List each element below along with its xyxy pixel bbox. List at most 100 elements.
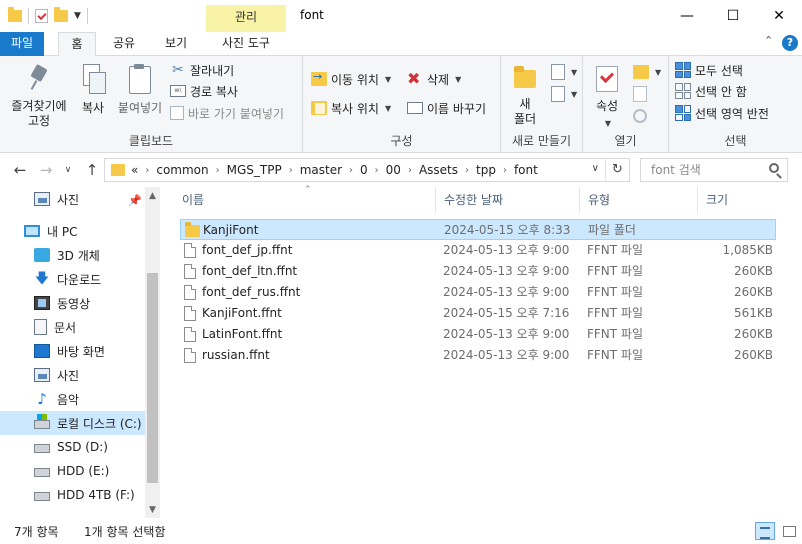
forward-arrow-icon[interactable]: → <box>36 161 56 179</box>
pin-icon <box>27 64 51 92</box>
scrollbar-thumb[interactable] <box>147 273 158 483</box>
select-all-label: 모두 선택 <box>695 63 743 78</box>
delete-button[interactable]: ✖ 삭제 ▼ <box>407 69 461 89</box>
copy-path-button[interactable]: w\ 경로 복사 <box>170 81 238 101</box>
copy-button[interactable]: 복사 <box>76 64 110 116</box>
breadcrumb-overflow[interactable]: « <box>131 163 138 177</box>
minimize-icon[interactable]: — <box>664 0 710 32</box>
video-icon <box>34 296 50 310</box>
breadcrumb-common[interactable]: common <box>156 163 208 177</box>
nav-item-pictures-pinned[interactable]: 사진 <box>0 187 145 211</box>
nav-item-desktop[interactable]: 바탕 화면 <box>0 339 145 363</box>
copy-to-button[interactable]: 복사 위치 ▼ <box>311 98 391 118</box>
file-row[interactable]: font_def_ltn.ffnt 2024-05-13 오후 9:00 FFN… <box>180 261 776 282</box>
file-row[interactable]: LatinFont.ffnt 2024-05-13 오후 9:00 FFNT 파… <box>180 324 776 345</box>
scroll-down-icon[interactable]: ▼ <box>145 503 160 518</box>
large-icons-view-icon[interactable] <box>779 522 799 540</box>
tab-home[interactable]: 홈 <box>58 32 96 57</box>
rename-button[interactable]: 이름 바꾸기 <box>407 98 486 118</box>
folder-icon[interactable] <box>8 7 22 22</box>
nav-item-label: 바탕 화면 <box>57 344 105 359</box>
cut-button[interactable]: ✂ 잘라내기 <box>170 60 234 80</box>
open-button[interactable]: ▼ <box>633 62 661 82</box>
nav-item-this-pc[interactable]: 내 PC <box>0 219 145 243</box>
file-row[interactable]: font_def_rus.ffnt 2024-05-13 오후 9:00 FFN… <box>180 282 776 303</box>
properties-button[interactable]: 속성 ▼ <box>589 64 625 131</box>
column-header-name[interactable]: 이름 <box>174 187 436 213</box>
folder-icon <box>111 164 125 176</box>
file-row[interactable]: font_def_jp.ffnt 2024-05-13 오후 9:00 FFNT… <box>180 240 776 261</box>
select-none-button[interactable]: 선택 안 함 <box>675 81 747 101</box>
file-row[interactable]: russian.ffnt 2024-05-13 오후 9:00 FFNT 파일 … <box>180 345 776 366</box>
help-icon[interactable]: ? <box>782 35 798 51</box>
file-row-kanjifont-folder[interactable]: KanjiFont 2024-05-15 오후 8:33 파일 폴더 <box>180 219 776 240</box>
easy-access-button[interactable]: ▼ <box>551 84 577 104</box>
new-folder-icon[interactable] <box>54 7 68 22</box>
move-to-button[interactable]: 이동 위치 ▼ <box>311 69 391 89</box>
new-item-button[interactable]: ▼ <box>551 62 577 82</box>
history-button[interactable] <box>633 106 647 126</box>
nav-item-local-disk-c[interactable]: 로컬 디스크 (C:) <box>0 411 145 435</box>
breadcrumb-master[interactable]: master <box>300 163 342 177</box>
paste-shortcut-button[interactable]: 바로 가기 붙여넣기 <box>170 103 284 123</box>
scroll-up-icon[interactable]: ▲ <box>145 189 160 204</box>
open-group: 속성 ▼ ▼ 열기 <box>583 56 669 153</box>
tab-picture-tools[interactable]: 사진 도구 <box>206 32 286 56</box>
up-arrow-icon[interactable]: ↑ <box>82 161 102 179</box>
new-folder-button[interactable]: 새 폴더 <box>507 64 543 127</box>
file-row[interactable]: KanjiFont.ffnt 2024-05-15 오후 7:16 FFNT 파… <box>180 303 776 324</box>
chevron-down-icon: ▼ <box>384 74 392 84</box>
pin-to-quick-access-button[interactable]: 즐겨찾기에 고정 <box>6 64 72 129</box>
breadcrumb-assets[interactable]: Assets <box>419 163 458 177</box>
file-name: font_def_ltn.ffnt <box>202 264 298 278</box>
collapse-ribbon-icon[interactable]: ⌃ <box>764 34 773 47</box>
paste-button[interactable]: 붙여넣기 <box>114 64 166 116</box>
nav-item-pictures[interactable]: 사진 <box>0 363 145 387</box>
back-arrow-icon[interactable]: ← <box>10 161 30 179</box>
navigation-pane-scrollbar[interactable]: ▲ ▼ <box>145 187 160 518</box>
tab-view[interactable]: 보기 <box>156 32 196 56</box>
navigation-bar: ← → ∨ ↑ « › common › MGS_TPP › master › … <box>0 153 802 187</box>
nav-item-documents[interactable]: 문서 <box>0 315 145 339</box>
drive-c-icon <box>34 414 50 429</box>
column-header-size[interactable]: 크기 <box>698 187 784 213</box>
edit-button[interactable] <box>633 84 647 104</box>
document-icon <box>34 319 47 335</box>
tab-file[interactable]: 파일 <box>0 32 44 56</box>
recent-locations-icon[interactable]: ∨ <box>58 161 78 179</box>
chevron-down-icon[interactable]: ▼ <box>74 11 81 21</box>
nav-item-videos[interactable]: 동영상 <box>0 291 145 315</box>
column-header-type[interactable]: 유형 <box>580 187 698 213</box>
nav-item-hdd-e[interactable]: HDD (E:) <box>0 459 145 483</box>
chevron-down-icon[interactable]: ∨ <box>592 163 599 174</box>
tab-share[interactable]: 공유 <box>104 32 144 56</box>
invert-selection-button[interactable]: 선택 영역 반전 <box>675 103 769 123</box>
breadcrumb-mgs-tpp[interactable]: MGS_TPP <box>227 163 282 177</box>
properties-icon[interactable] <box>35 9 48 23</box>
breadcrumb-0[interactable]: 0 <box>360 163 368 177</box>
file-icon <box>184 243 196 258</box>
breadcrumb-tpp[interactable]: tpp <box>476 163 496 177</box>
delete-icon: ✖ <box>407 69 421 88</box>
select-all-button[interactable]: 모두 선택 <box>675 60 743 80</box>
pin-icon[interactable]: 📌 <box>128 194 142 207</box>
nav-item-ssd-d[interactable]: SSD (D:) <box>0 435 145 459</box>
close-icon[interactable]: ✕ <box>756 0 802 32</box>
nav-item-3d-objects[interactable]: 3D 개체 <box>0 243 145 267</box>
address-bar[interactable]: « › common › MGS_TPP › master › 0 › 00 ›… <box>104 158 630 182</box>
maximize-icon[interactable]: ☐ <box>710 0 756 32</box>
search-input[interactable]: font 검색 <box>640 158 788 182</box>
nav-item-music[interactable]: ♪ 음악 <box>0 387 145 411</box>
file-date: 2024-05-13 오후 9:00 <box>443 327 570 341</box>
column-header-date[interactable]: 수정한 날짜 <box>436 187 580 213</box>
context-tab-manage[interactable]: 관리 <box>206 5 286 32</box>
breadcrumb-font[interactable]: font <box>514 163 538 177</box>
pin-label-line2: 고정 <box>27 114 51 128</box>
nav-item-hdd-4tb-f[interactable]: HDD 4TB (F:) <box>0 483 145 507</box>
details-view-icon[interactable] <box>755 522 775 540</box>
refresh-icon[interactable]: ↻ <box>605 159 629 181</box>
breadcrumb-00[interactable]: 00 <box>386 163 401 177</box>
new-group-label: 새로 만들기 <box>511 134 571 148</box>
nav-item-downloads[interactable]: 🡇 다운로드 <box>0 267 145 291</box>
file-name: russian.ffnt <box>202 348 270 362</box>
